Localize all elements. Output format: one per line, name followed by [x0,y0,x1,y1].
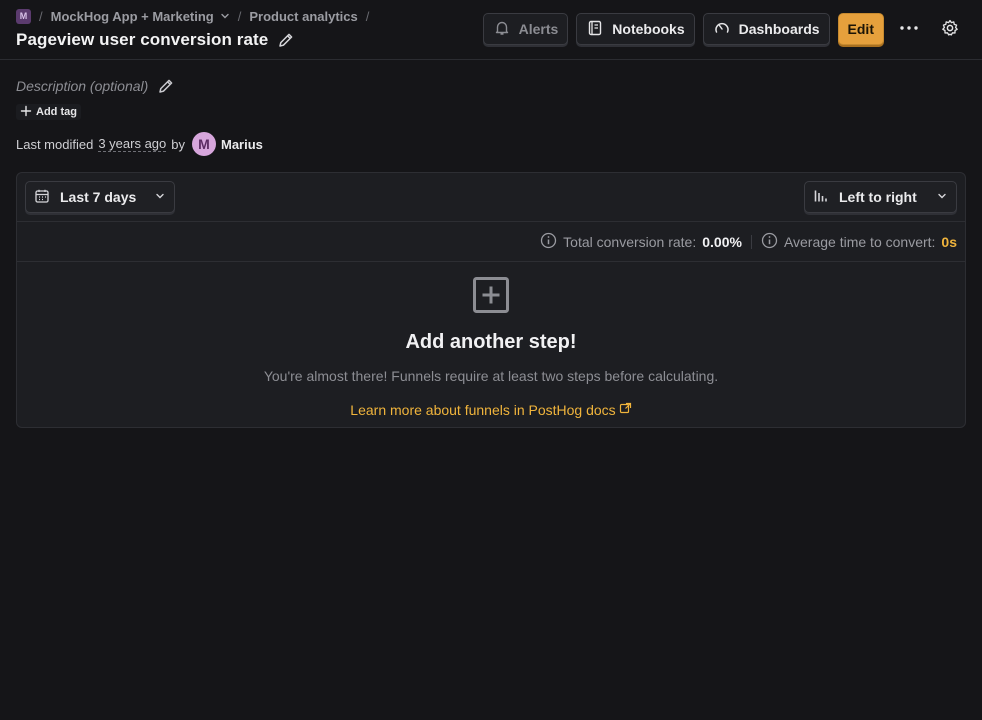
chevron-down-icon [936,189,948,205]
breadcrumb-separator: / [39,8,43,24]
time-to-convert-value: 0s [941,233,957,250]
empty-state-title: Add another step! [405,331,577,353]
description-placeholder: Description (optional) [16,78,149,94]
conversion-rate-value: 0.00% [702,233,742,250]
funnel-stats: Total conversion rate: 0.00% Average tim… [17,222,965,262]
breadcrumb-separator: / [365,8,370,24]
date-range-label: Last 7 days [60,189,137,205]
layout-label: Left to right [839,189,917,205]
edit-description-pencil-icon[interactable] [156,76,176,96]
top-bar: M / MockHog App + Marketing / Product an… [0,0,982,60]
title-row: Pageview user conversion rate [16,30,296,50]
avatar[interactable]: M [192,132,216,156]
last-modified: Last modified 3 years ago by M Marius [16,132,263,156]
date-range-select[interactable]: Last 7 days [25,181,175,213]
edit-title-pencil-icon[interactable] [276,30,296,50]
breadcrumb-project[interactable]: MockHog App + Marketing [51,9,230,24]
breadcrumb-project-label: MockHog App + Marketing [50,8,214,24]
breadcrumb-section[interactable]: Product analytics [249,9,357,24]
plus-icon [20,105,32,120]
breadcrumb: M / MockHog App + Marketing / Product an… [16,8,369,24]
notebooks-button[interactable]: Notebooks [576,13,695,45]
info-icon[interactable] [540,232,557,252]
add-tag-label: Add tag [36,106,77,118]
time-to-convert-label: Average time to convert: [783,233,936,250]
more-dots-icon [898,19,920,40]
alerts-label: Alerts [518,21,559,37]
edit-button[interactable]: Edit [837,13,884,45]
panel-toolbar: Last 7 days Left to right [17,173,965,222]
calendar-icon [34,188,50,207]
docs-link-label: Learn more about funnels in PostHog docs [350,402,616,418]
breadcrumb-separator: / [237,8,242,24]
header-actions: Alerts Notebooks Dashboards Edit [482,13,966,45]
modified-prefix: Last modified [16,136,94,152]
add-step-plus-square-icon [472,276,510,319]
empty-state: Add another step! You're almost there! F… [17,262,965,428]
notebook-icon [586,19,604,40]
dashboards-label: Dashboards [738,21,820,37]
edit-label: Edit [847,21,874,37]
bell-icon [493,19,511,40]
user-name[interactable]: Marius [221,137,263,152]
chevron-down-icon [220,11,230,21]
divider [750,234,752,249]
page-title: Pageview user conversion rate [16,30,269,49]
add-tag-button[interactable]: Add tag [16,104,81,120]
bar-chart-icon [813,188,829,207]
alerts-button[interactable]: Alerts [482,13,569,45]
dashboards-button[interactable]: Dashboards [702,13,830,45]
conversion-rate-label: Total conversion rate: [563,233,697,250]
settings-button[interactable] [934,13,966,45]
info-icon[interactable] [761,232,778,252]
funnel-panel: Last 7 days Left to right Total conversi… [16,172,966,428]
modified-by: by [171,136,185,152]
project-avatar[interactable]: M [16,8,31,24]
gear-icon [940,18,960,41]
gauge-icon [713,19,731,40]
chevron-down-icon [154,189,166,205]
conversion-rate-stat: Total conversion rate: 0.00% [540,232,742,252]
empty-state-subtitle: You're almost there! Funnels require at … [263,368,719,384]
docs-link[interactable]: Learn more about funnels in PostHog docs [350,402,631,418]
more-button[interactable] [892,13,926,45]
funnel-layout-select[interactable]: Left to right [804,181,957,213]
external-link-icon [619,402,632,418]
notebooks-label: Notebooks [612,21,685,37]
modified-time[interactable]: 3 years ago [98,136,167,152]
description-row[interactable]: Description (optional) [16,76,176,96]
time-to-convert-stat: Average time to convert: 0s [761,232,957,252]
